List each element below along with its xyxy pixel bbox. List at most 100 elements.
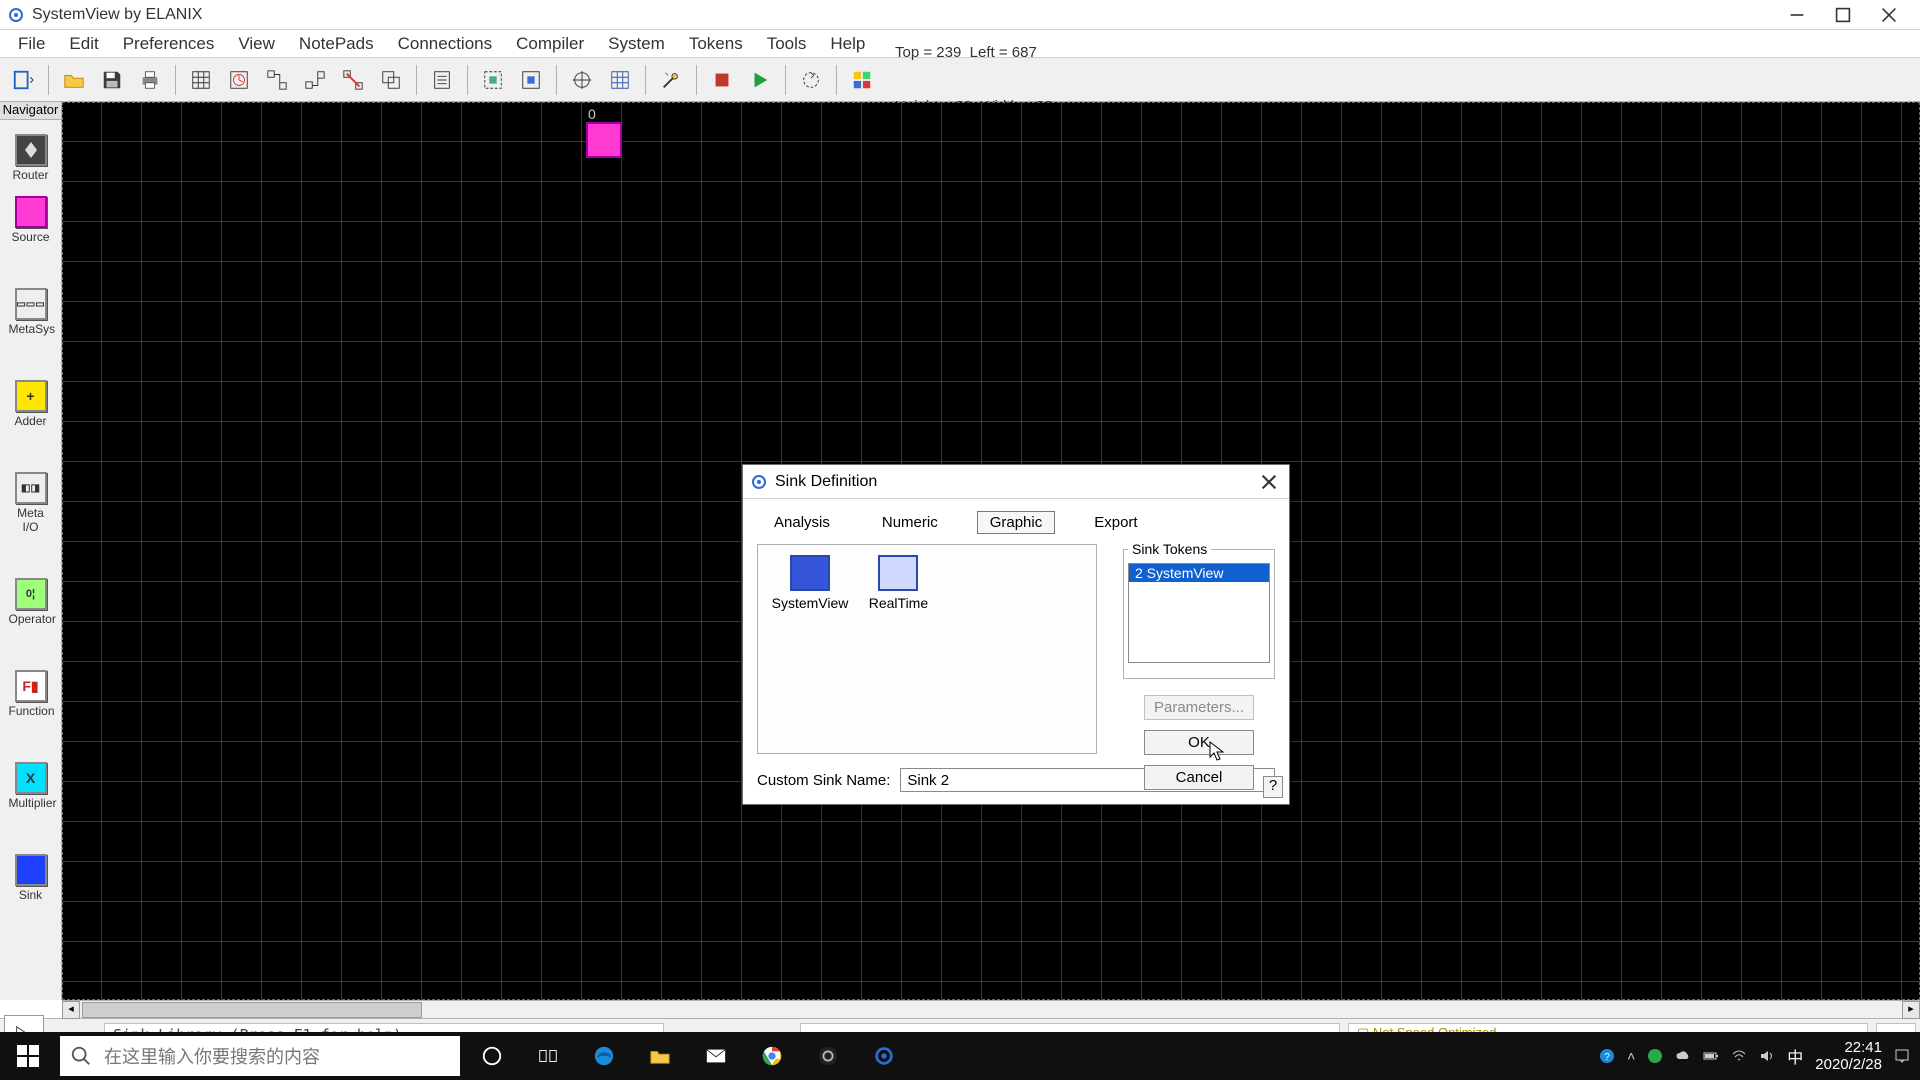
taskbar-explorer[interactable]: [632, 1032, 688, 1080]
menu-edit[interactable]: Edit: [57, 31, 110, 57]
sink-tokens-list[interactable]: 2 SystemView: [1128, 563, 1270, 663]
tab-export[interactable]: Export: [1081, 511, 1150, 534]
tray-notifications-icon[interactable]: [1894, 1048, 1910, 1064]
menu-tools[interactable]: Tools: [755, 31, 819, 57]
window-close-button[interactable]: [1866, 0, 1912, 30]
tab-numeric[interactable]: Numeric: [869, 511, 951, 534]
sink-option-systemview[interactable]: SystemView: [768, 555, 852, 611]
menu-help[interactable]: Help: [818, 31, 877, 57]
canvas-token-source[interactable]: 0: [586, 122, 622, 158]
palette-source[interactable]: Source: [9, 196, 53, 244]
token-index: 0: [588, 106, 596, 122]
tray-cloud-icon[interactable]: [1675, 1048, 1691, 1064]
start-button[interactable]: [0, 1032, 56, 1080]
dialog-help-button[interactable]: ?: [1263, 776, 1283, 798]
window-maximize-button[interactable]: [1820, 0, 1866, 30]
palette-label: Router: [9, 168, 53, 182]
scroll-right-button[interactable]: ▸: [1902, 1001, 1920, 1019]
tool-new-dropdown[interactable]: [6, 63, 40, 97]
taskbar-taskview[interactable]: [520, 1032, 576, 1080]
tool-run[interactable]: [743, 63, 777, 97]
palette-label: Multiplier: [9, 796, 53, 810]
tool-connect-b[interactable]: [298, 63, 332, 97]
palette-label: Function: [9, 704, 53, 718]
operator-icon: 0¦: [15, 578, 47, 610]
tray-wifi-icon[interactable]: [1731, 1048, 1747, 1064]
menu-tokens[interactable]: Tokens: [677, 31, 755, 57]
tray-time: 22:41: [1815, 1039, 1882, 1056]
multiplier-icon: X: [15, 762, 47, 794]
palette-router[interactable]: Router: [9, 134, 53, 182]
canvas-horizontal-scrollbar[interactable]: ◂ ▸: [62, 1000, 1920, 1018]
palette-function[interactable]: F▮ Function: [9, 670, 53, 718]
tray-volume-icon[interactable]: [1759, 1048, 1775, 1064]
palette-multiplier[interactable]: X Multiplier: [9, 762, 53, 810]
menu-file[interactable]: File: [6, 31, 57, 57]
tray-sync-icon[interactable]: [1647, 1048, 1663, 1064]
tray-ime[interactable]: 中: [1787, 1044, 1803, 1068]
sink-token-row[interactable]: 2 SystemView: [1129, 564, 1269, 582]
tool-timing[interactable]: [222, 63, 256, 97]
tool-probe[interactable]: [654, 63, 688, 97]
tray-help-icon[interactable]: ?: [1599, 1048, 1615, 1064]
dialog-titlebar[interactable]: Sink Definition: [743, 465, 1289, 499]
menu-preferences[interactable]: Preferences: [111, 31, 227, 57]
tool-disconnect[interactable]: [336, 63, 370, 97]
ok-button[interactable]: OK: [1144, 730, 1254, 755]
menu-connections[interactable]: Connections: [386, 31, 505, 57]
menu-system[interactable]: System: [596, 31, 677, 57]
tray-date: 2020/2/28: [1815, 1056, 1882, 1073]
tray-clock[interactable]: 22:41 2020/2/28: [1815, 1039, 1882, 1074]
menu-view[interactable]: View: [226, 31, 287, 57]
taskbar-cortana[interactable]: [464, 1032, 520, 1080]
taskbar-mail[interactable]: [688, 1032, 744, 1080]
tool-open[interactable]: [57, 63, 91, 97]
palette-adder[interactable]: + Adder: [9, 380, 53, 428]
menu-compiler[interactable]: Compiler: [504, 31, 596, 57]
dialog-close-button[interactable]: [1249, 465, 1289, 499]
sink-tokens-legend: Sink Tokens: [1128, 541, 1211, 557]
tool-analysis-window[interactable]: [845, 63, 879, 97]
tool-grid-toggle[interactable]: [184, 63, 218, 97]
sink-option-realtime[interactable]: RealTime: [856, 555, 940, 611]
palette-sink[interactable]: Sink: [9, 854, 53, 902]
sink-definition-dialog: Sink Definition Analysis Numeric Graphic…: [742, 464, 1290, 805]
realtime-sink-icon: [878, 555, 918, 591]
tool-notepad[interactable]: [425, 63, 459, 97]
taskbar-systemview[interactable]: [856, 1032, 912, 1080]
scroll-thumb[interactable]: [82, 1002, 422, 1018]
tab-analysis[interactable]: Analysis: [761, 511, 843, 534]
palette-label: MetaSys: [9, 322, 53, 336]
cancel-button[interactable]: Cancel: [1144, 765, 1254, 790]
tool-loop[interactable]: [794, 63, 828, 97]
menu-notepads[interactable]: NotePads: [287, 31, 386, 57]
tool-group-select[interactable]: [476, 63, 510, 97]
tool-crosshair[interactable]: [565, 63, 599, 97]
taskbar-search[interactable]: 在这里输入你要搜索的内容: [60, 1036, 460, 1076]
palette-operator[interactable]: 0¦ Operator: [9, 578, 53, 626]
taskbar-chrome[interactable]: [744, 1032, 800, 1080]
design-canvas[interactable]: 0 Sink Definition Analysis Numeric Graph…: [62, 102, 1920, 1000]
palette-metaio[interactable]: ◧◨ Meta I/O: [9, 472, 53, 534]
dialog-tabs: Analysis Numeric Graphic Export: [761, 511, 1275, 534]
tool-duplicate[interactable]: [374, 63, 408, 97]
tool-stop[interactable]: [705, 63, 739, 97]
sink-option-label: RealTime: [856, 595, 940, 611]
tool-new-metasys[interactable]: [514, 63, 548, 97]
scroll-left-button[interactable]: ◂: [62, 1001, 80, 1019]
tool-print[interactable]: [133, 63, 167, 97]
parameters-button[interactable]: Parameters...: [1144, 695, 1254, 720]
palette-metasys[interactable]: ▭▭▭ MetaSys: [9, 288, 53, 336]
windows-taskbar: 在这里输入你要搜索的内容 ? ˄ 中 22:41 2020/2/28: [0, 1032, 1920, 1080]
tray-chevron-up-icon[interactable]: ˄: [1627, 1048, 1635, 1064]
tool-snap-grid[interactable]: [603, 63, 637, 97]
tool-save[interactable]: [95, 63, 129, 97]
palette-label: Meta I/O: [9, 506, 53, 534]
window-minimize-button[interactable]: [1774, 0, 1820, 30]
tab-graphic[interactable]: Graphic: [977, 511, 1056, 534]
tray-battery-icon[interactable]: [1703, 1048, 1719, 1064]
metaio-icon: ◧◨: [15, 472, 47, 504]
taskbar-edge[interactable]: [576, 1032, 632, 1080]
tool-connect-a[interactable]: [260, 63, 294, 97]
taskbar-obs[interactable]: [800, 1032, 856, 1080]
